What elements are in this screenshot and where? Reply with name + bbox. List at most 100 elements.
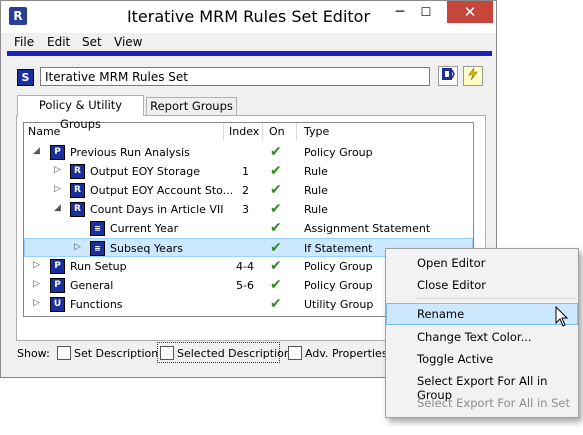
set-description-label[interactable]: Set Description (74, 347, 158, 360)
menu-edit[interactable]: Edit (47, 35, 70, 49)
menu-item-label: Change Text Color... (417, 330, 532, 344)
rule-icon: R (70, 183, 85, 198)
menu-set[interactable]: Set (82, 35, 102, 49)
row-name: Count Days in Article VII (90, 203, 224, 216)
row-name: Previous Run Analysis (70, 146, 190, 159)
policy-group-icon: P (50, 145, 65, 160)
row-type: Policy Group (304, 260, 373, 273)
column-separator[interactable] (223, 123, 224, 140)
selected-description-label[interactable]: Selected Description (177, 347, 291, 360)
menu-item-label: Select Export For All in Set (417, 396, 570, 410)
tree-row-output-eoy-storage[interactable]: ▷ R Output EOY Storage 1 ✔ Rule (24, 162, 473, 181)
row-name: General (70, 279, 114, 292)
expand-icon[interactable]: ▷ (74, 242, 81, 252)
active-check-icon[interactable]: ✔ (270, 144, 282, 160)
tab-policy-utility-groups[interactable]: Policy & Utility Groups (17, 95, 144, 131)
collapse-icon[interactable]: ◢ (33, 146, 40, 156)
set-description-checkbox[interactable] (57, 346, 71, 360)
tree-row-current-year[interactable]: ≡ Current Year ✔ Assignment Statement (24, 219, 473, 238)
active-check-icon[interactable]: ✔ (270, 277, 282, 293)
row-type: Policy Group (304, 279, 373, 292)
adv-properties-label[interactable]: Adv. Properties (305, 347, 388, 360)
active-check-icon[interactable]: ✔ (270, 240, 282, 256)
active-check-icon[interactable]: ✔ (270, 201, 282, 217)
selected-description-checkbox[interactable] (160, 346, 174, 360)
menu-item-select-export-group[interactable]: Select Export For All in Group (386, 370, 578, 402)
menu-item-toggle-active[interactable]: Toggle Active (386, 348, 578, 370)
menu-separator (416, 298, 576, 299)
rule-icon: R (70, 202, 85, 217)
row-name: Functions (70, 298, 123, 311)
row-name: Current Year (110, 222, 179, 235)
context-menu: Open Editor Close Editor Rename Change T… (385, 248, 579, 418)
expand-icon[interactable]: ▷ (33, 298, 40, 308)
menu-item-rename[interactable]: Rename (386, 303, 578, 325)
utility-group-icon: U (50, 297, 65, 312)
row-name: Run Setup (70, 260, 127, 273)
expand-icon[interactable]: ▷ (54, 165, 61, 175)
row-index: 3 (242, 203, 249, 216)
row-type: Rule (304, 165, 328, 178)
accent-rule (7, 51, 492, 56)
active-check-icon[interactable]: ✔ (270, 163, 282, 179)
row-index: 2 (242, 184, 249, 197)
active-check-icon[interactable]: ✔ (270, 182, 282, 198)
column-separator[interactable] (296, 123, 297, 140)
active-check-icon[interactable]: ✔ (270, 296, 282, 312)
policy-group-icon: P (50, 259, 65, 274)
collapse-icon[interactable]: ◢ (54, 203, 61, 213)
menu-view[interactable]: View (114, 35, 142, 49)
row-name: Output EOY Storage (90, 165, 200, 178)
column-separator[interactable] (262, 123, 263, 140)
menu-item-label: Rename (417, 307, 465, 321)
expand-icon[interactable]: ▷ (33, 260, 40, 270)
menu-item-label: Open Editor (417, 256, 486, 270)
policy-group-icon: P (50, 278, 65, 293)
column-header-on[interactable]: On (269, 125, 285, 138)
row-type: Policy Group (304, 146, 373, 159)
expand-icon[interactable]: ▷ (54, 184, 61, 194)
statement-icon: ≡ (90, 241, 105, 256)
open-set-icon[interactable] (438, 66, 458, 86)
row-type: Utility Group (304, 298, 374, 311)
active-check-icon[interactable]: ✔ (270, 258, 282, 274)
column-header-name[interactable]: Name (28, 125, 60, 138)
row-name: Output EOY Account Sto... (90, 184, 234, 197)
close-button[interactable]: ✕ (447, 1, 493, 23)
set-icon: S (17, 69, 34, 86)
show-label: Show: (17, 347, 50, 360)
tab-report-groups[interactable]: Report Groups (146, 97, 237, 116)
row-type: Rule (304, 184, 328, 197)
mouse-cursor-icon (555, 306, 569, 327)
menu-item-label: Close Editor (417, 278, 487, 292)
maximize-button[interactable]: ☐ (413, 1, 439, 23)
column-header-type[interactable]: Type (304, 125, 329, 138)
active-check-icon[interactable]: ✔ (270, 220, 282, 236)
statement-icon: ≡ (90, 221, 105, 236)
title-bar[interactable]: R Iterative MRM Rules Set Editor ─ ☐ ✕ (1, 1, 496, 33)
lightning-icon[interactable] (463, 66, 483, 86)
row-type: Rule (304, 203, 328, 216)
menu-file[interactable]: File (14, 35, 34, 49)
tree-row-previous-run-analysis[interactable]: ◢ P Previous Run Analysis ✔ Policy Group (24, 143, 473, 162)
menu-item-label: Toggle Active (417, 352, 494, 366)
rule-icon: R (70, 164, 85, 179)
menu-item-close-editor[interactable]: Close Editor (386, 274, 578, 296)
expand-icon[interactable]: ▷ (33, 279, 40, 289)
row-index: 4-4 (236, 260, 254, 273)
menu-item-open-editor[interactable]: Open Editor (386, 252, 578, 274)
column-header-index[interactable]: Index (229, 125, 259, 138)
row-index: 5-6 (236, 279, 254, 292)
menu-item-change-text-color[interactable]: Change Text Color... (386, 326, 578, 348)
row-name: Subseq Years (110, 242, 183, 255)
menu-item-select-export-set: Select Export For All in Set (386, 392, 578, 414)
tree-row-count-days[interactable]: ◢ R Count Days in Article VII 3 ✔ Rule (24, 200, 473, 219)
row-index: 1 (242, 165, 249, 178)
adv-properties-checkbox[interactable] (288, 346, 302, 360)
set-name-input[interactable] (40, 67, 430, 86)
tree-row-output-eoy-account[interactable]: ▷ R Output EOY Account Sto... 2 ✔ Rule (24, 181, 473, 200)
row-type: If Statement (304, 242, 373, 255)
menu-bar: File Edit Set View (7, 33, 492, 51)
minimize-button[interactable]: ─ (387, 1, 413, 23)
row-type: Assignment Statement (304, 222, 431, 235)
